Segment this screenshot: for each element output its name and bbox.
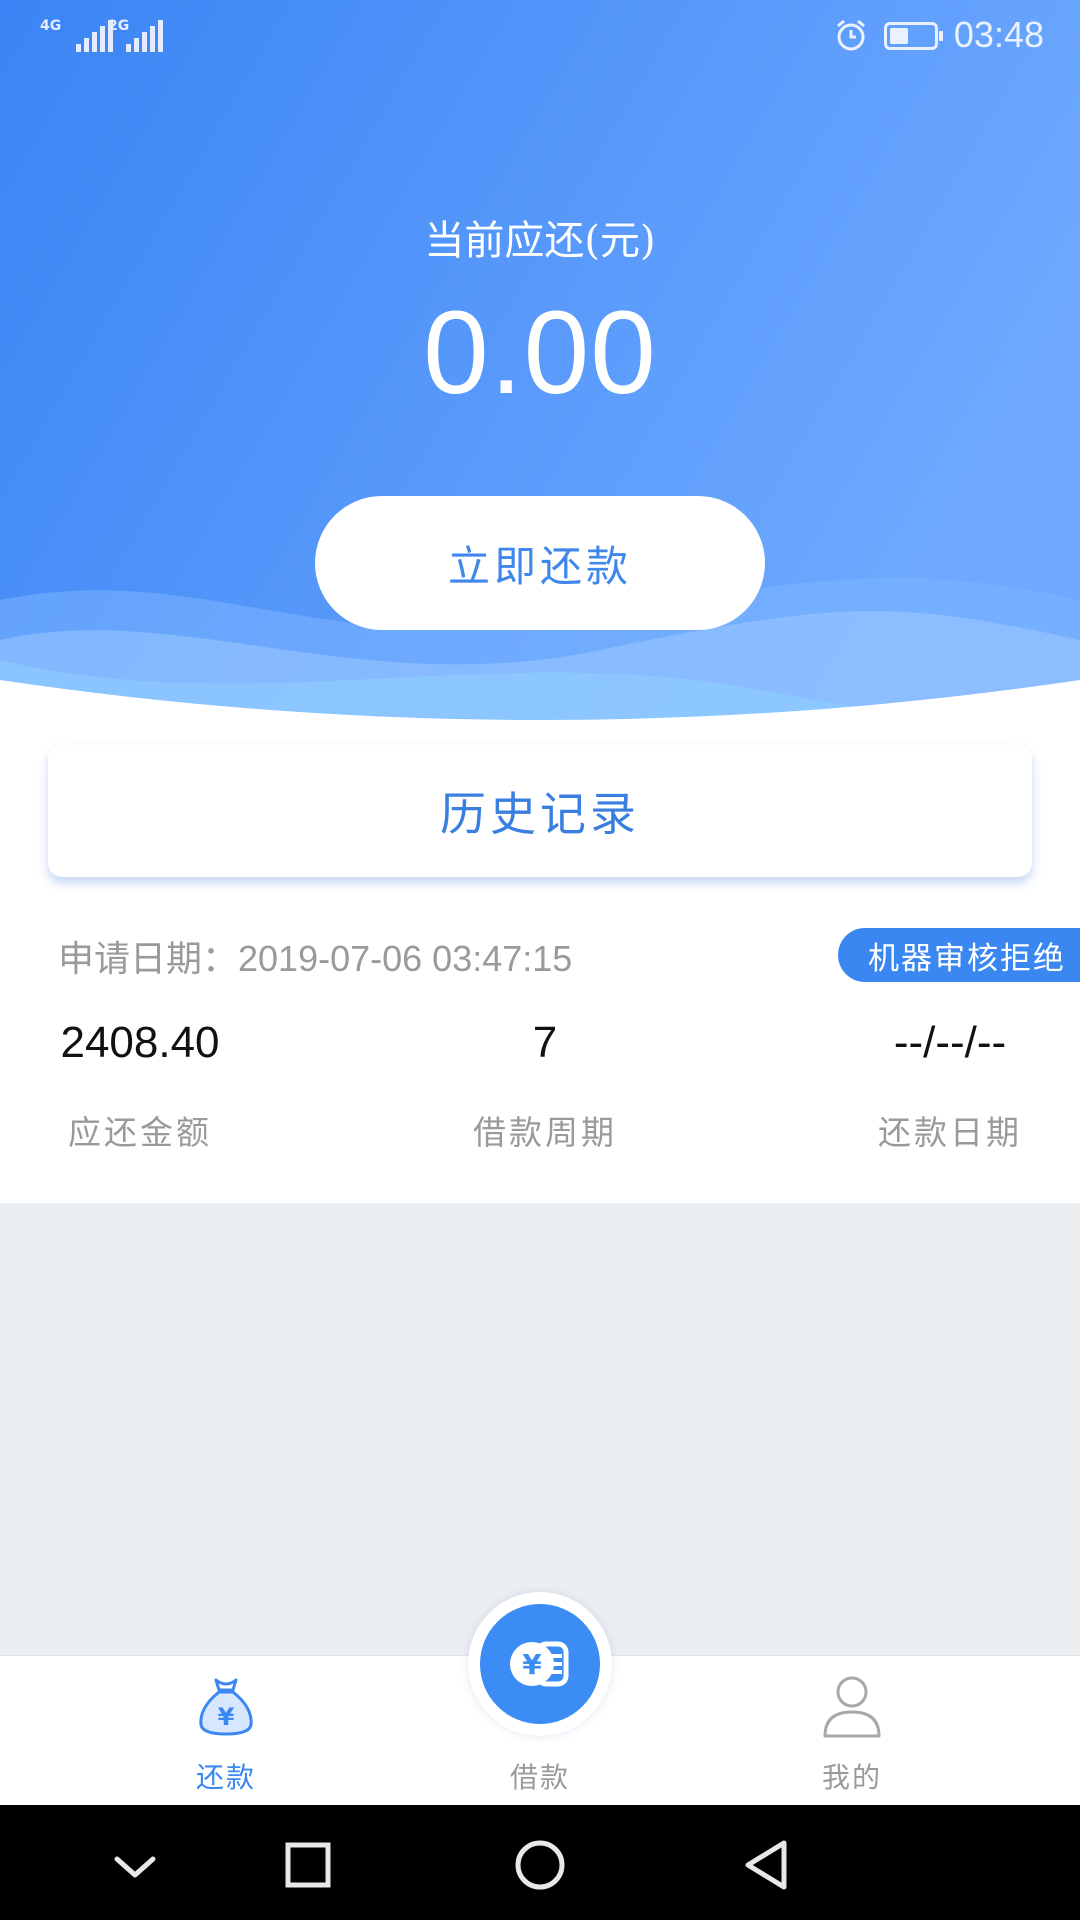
yen-coin-icon: ¥ — [510, 1641, 569, 1687]
amount-due-title: 当前应还(元) — [424, 218, 656, 264]
loan-period-stat-label: 借款周期 — [473, 1113, 617, 1152]
amount-due-stat: 2408.40 应还金额 — [40, 1018, 240, 1154]
system-nav-bar — [0, 1805, 1080, 1920]
amount-due-stat-value: 2408.40 — [60, 1018, 220, 1067]
svg-text:¥: ¥ — [218, 1703, 235, 1731]
svg-text:¥: ¥ — [522, 1648, 542, 1681]
back-triangle-icon[interactable] — [728, 1825, 808, 1905]
tab-borrow-label: 借款 — [509, 1761, 570, 1794]
tab-repay-label: 还款 — [195, 1761, 256, 1794]
tab-mine-label: 我的 — [821, 1761, 882, 1794]
loan-period-stat-value: 7 — [532, 1018, 558, 1067]
status-bar: 4G 2G 03:48 — [0, 0, 1080, 72]
alarm-icon — [837, 19, 865, 51]
apply-date: 申请日期：2019-07-06 03:47:15 — [58, 930, 572, 982]
repay-date-stat-label: 还款日期 — [878, 1113, 1022, 1152]
apply-date-label: 申请日期： — [58, 939, 239, 980]
tab-mine[interactable]: 我的 — [752, 1656, 952, 1806]
tab-repay[interactable]: ¥ 还款 — [126, 1656, 326, 1806]
status-badge: 机器审核拒绝 — [838, 928, 1080, 982]
clock: 03:48 — [953, 14, 1044, 55]
battery-icon — [884, 22, 943, 50]
apply-date-value: 2019-07-06 03:47:15 — [238, 938, 573, 979]
user-icon — [823, 1676, 881, 1738]
borrow-center-button[interactable]: ¥ — [468, 1592, 612, 1736]
repay-now-button[interactable]: 立即还款 — [315, 496, 765, 630]
square-icon[interactable] — [268, 1825, 348, 1905]
repay-date-stat-value: --/--/-- — [893, 1018, 1007, 1067]
signal-4g-label: 4G — [40, 18, 62, 34]
header-banner: 4G 2G 03:48 当前应还(元) 0.00 立即还款 — [0, 0, 1080, 740]
loan-period-stat: 7 借款周期 — [445, 1018, 645, 1154]
repay-date-stat: --/--/-- 还款日期 — [850, 1018, 1050, 1154]
history-button[interactable]: 历史记录 — [48, 745, 1032, 877]
amount-due-value: 0.00 — [423, 287, 657, 419]
amount-due-stat-label: 应还金额 — [68, 1113, 212, 1152]
chevron-down-icon[interactable] — [95, 1825, 175, 1905]
money-bag-icon: ¥ — [199, 1678, 253, 1736]
circle-home-icon[interactable] — [500, 1825, 580, 1905]
